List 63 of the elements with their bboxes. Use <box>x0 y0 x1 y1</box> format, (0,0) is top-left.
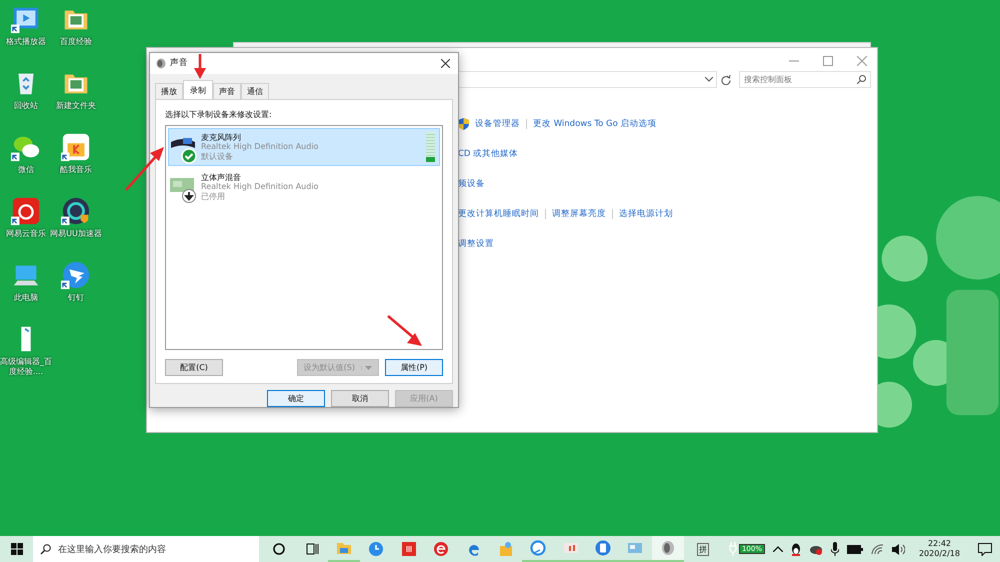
letter-e-icon[interactable] <box>433 541 450 557</box>
desktop-icon-label[interactable]: 网易UU加速器 <box>48 229 104 239</box>
search-icon <box>857 75 866 84</box>
notification-icon[interactable] <box>978 542 992 556</box>
device-driver: Realtek High Definition Audio <box>201 182 320 192</box>
penguin-icon[interactable] <box>790 542 801 556</box>
refresh-icon[interactable] <box>721 74 731 84</box>
annotation-arrow <box>124 146 166 192</box>
speaker-icon[interactable] <box>660 540 676 556</box>
device-status: 已停用 <box>201 192 226 202</box>
device-name: 麦克风阵列 <box>201 132 242 142</box>
cloud-icon[interactable] <box>808 544 823 554</box>
close-icon[interactable] <box>441 58 450 68</box>
chevron-up-icon[interactable] <box>772 546 783 552</box>
clock-date[interactable]: 2020/2/18 <box>918 549 960 559</box>
volume-icon[interactable] <box>892 544 905 554</box>
dialog-button[interactable]: 属性(P) <box>385 359 443 376</box>
search-icon <box>40 544 51 554</box>
input-method-indicator[interactable]: 拼 <box>696 542 709 556</box>
wifi-icon[interactable] <box>870 544 884 554</box>
image-icon[interactable] <box>627 540 644 556</box>
settings-link[interactable]: 设备管理器 <box>475 118 520 130</box>
annotation-arrow <box>194 54 206 80</box>
device-name: 立体声混音 <box>201 172 242 182</box>
device-driver: Realtek High Definition Audio <box>201 142 320 152</box>
dialog-button[interactable]: 配置(C) <box>165 359 223 376</box>
taskbar-search-field[interactable]: 在这里输入你要搜索的内容 <box>33 536 259 562</box>
box-icon[interactable] <box>498 541 514 557</box>
dropdown-caret-icon[interactable] <box>705 77 713 82</box>
circle-icon[interactable] <box>271 541 288 557</box>
browser-icon[interactable] <box>530 540 546 556</box>
app-icon[interactable] <box>61 196 91 226</box>
phone-icon[interactable] <box>595 540 612 556</box>
settings-link[interactable]: 调整屏幕亮度 <box>552 208 606 220</box>
wing-icon[interactable] <box>61 260 91 290</box>
windows-logo-icon[interactable] <box>11 543 23 555</box>
task-view-icon[interactable] <box>304 541 320 557</box>
window-title: 声音 <box>170 57 189 70</box>
settings-link[interactable]: 调整设置 <box>458 238 494 250</box>
device-status: 默认设备 <box>201 152 234 162</box>
clock-icon[interactable] <box>368 541 384 557</box>
tab[interactable]: 通信 <box>241 82 269 99</box>
instruction-text: 选择以下录制设备来修改设置: <box>165 108 273 120</box>
microphone-icon[interactable] <box>830 542 839 556</box>
maximize-icon[interactable] <box>823 56 833 66</box>
tab[interactable]: 声音 <box>213 82 241 99</box>
tab[interactable]: 录制 <box>183 80 213 99</box>
settings-link[interactable]: 更改计算机睡眠时间 <box>458 208 539 220</box>
tab[interactable]: 播放 <box>155 82 183 99</box>
settings-link[interactable]: 频设备 <box>458 178 485 190</box>
battery-icon[interactable] <box>846 544 863 554</box>
clock-time[interactable]: 22:42 <box>928 539 952 549</box>
dialog-button[interactable]: 取消 <box>331 390 389 407</box>
device-item[interactable]: 麦克风阵列 Realtek High Definition Audio 默认设备 <box>168 128 440 166</box>
settings-link[interactable]: 更改 Windows To Go 启动选项 <box>533 118 656 130</box>
folder-icon[interactable] <box>336 540 352 556</box>
desktop-icon-label[interactable]: 高级编辑器_百度经验.... <box>0 357 54 377</box>
settings-link[interactable]: 选择电源计划 <box>619 208 673 220</box>
annotation-arrow <box>386 314 424 348</box>
chart-icon[interactable] <box>562 540 579 556</box>
search-field[interactable]: 搜索控制面板 <box>739 71 871 88</box>
speaker-icon <box>156 58 166 69</box>
dialog-button[interactable]: 确定 <box>267 390 325 407</box>
